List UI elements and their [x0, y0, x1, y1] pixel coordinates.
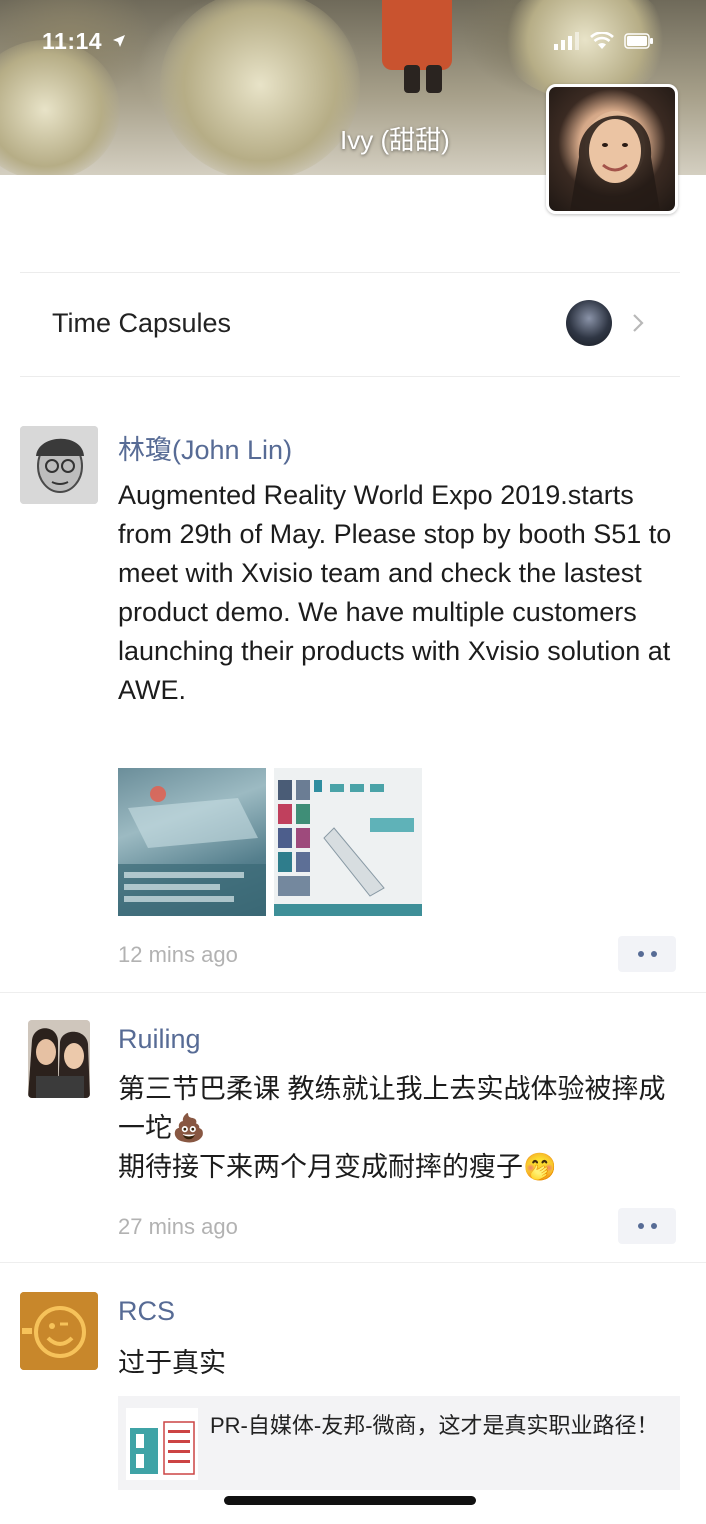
time-capsules-row[interactable]: Time Capsules	[0, 272, 706, 376]
cover-user-name[interactable]: Ivy (甜甜)	[340, 120, 450, 157]
more-dots-icon	[650, 1223, 657, 1229]
cover-figure-leg	[426, 65, 442, 93]
post-author[interactable]: RCS	[118, 1296, 175, 1327]
cover-cactus	[0, 40, 120, 175]
link-thumbnail	[126, 1408, 198, 1480]
post-timestamp: 12 mins ago	[118, 942, 238, 967]
status-icons	[554, 32, 654, 50]
avatar-photo	[28, 1020, 90, 1098]
post-timestamp: 27 mins ago	[118, 1214, 238, 1239]
battery-icon	[624, 33, 653, 49]
post-separator	[0, 1262, 706, 1263]
post-image-graphic	[118, 786, 266, 916]
post-text: 过于真实	[118, 1348, 226, 1378]
post-separator	[0, 992, 706, 993]
post-text: Augmented Reality World Expo 2019.starts…	[118, 480, 672, 705]
post-text: 第三节巴柔课 教练就让我上去实战体验被摔成一坨💩 期待接下来两个月变成耐摔的瘦子…	[118, 1074, 666, 1182]
post-image[interactable]	[118, 768, 266, 916]
avatar-sketch	[20, 426, 98, 504]
more-actions-button[interactable]	[618, 1208, 676, 1244]
status-time: 11:14	[42, 28, 103, 54]
post-author[interactable]: Ruiling	[118, 1024, 201, 1055]
user-avatar[interactable]	[546, 84, 678, 214]
more-dots-icon	[650, 951, 657, 957]
location-arrow-icon	[113, 35, 125, 47]
cover-cactus	[160, 0, 360, 175]
status-bar: 11:14	[0, 28, 706, 58]
chevron-right-icon	[633, 314, 644, 332]
more-dots-icon	[637, 1223, 644, 1229]
cover-figure-leg	[404, 65, 420, 93]
avatar-rcs-logo	[20, 1292, 98, 1370]
post-author[interactable]: 林瓊(John Lin)	[118, 428, 292, 467]
shared-link-card[interactable]: PR-自媒体-友邦-微商，这才是真实职业路径！	[118, 1396, 680, 1490]
time-capsules-label: Time Capsules	[52, 308, 232, 338]
wifi-icon	[590, 32, 614, 49]
link-thumbnail-graphic	[126, 1408, 198, 1480]
home-indicator[interactable]	[224, 1496, 476, 1505]
time-capsule-thumbnail	[566, 300, 612, 346]
post-avatar[interactable]	[20, 1292, 98, 1370]
avatar-portrait	[570, 111, 660, 211]
post-image-floorplan	[274, 768, 422, 916]
divider	[20, 376, 680, 377]
more-actions-button[interactable]	[618, 936, 676, 972]
post-avatar[interactable]	[20, 426, 98, 504]
link-title: PR-自媒体-友邦-微商，这才是真实职业路径！	[210, 1413, 659, 1438]
post-image[interactable]	[274, 768, 422, 916]
post-avatar[interactable]	[28, 1020, 90, 1098]
more-dots-icon	[637, 951, 644, 957]
signal-icon	[554, 32, 579, 50]
